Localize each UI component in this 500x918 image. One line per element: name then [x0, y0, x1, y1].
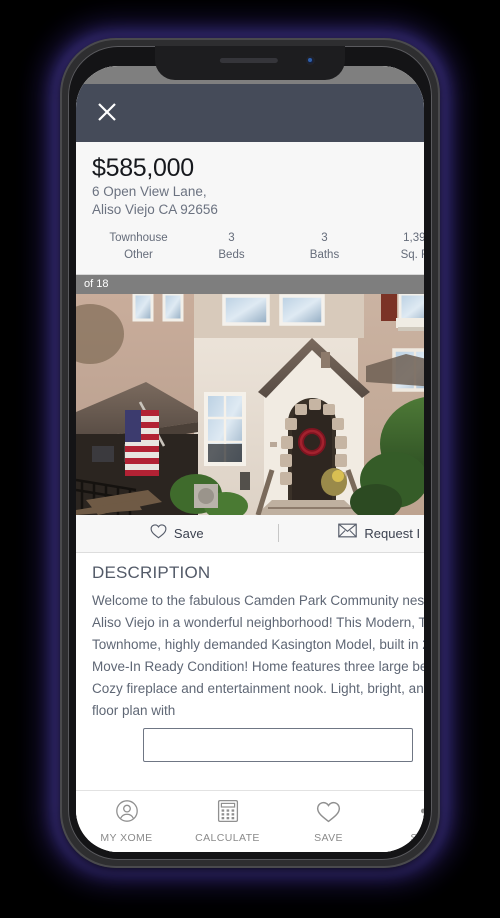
- description-section: DESCRIPTION 09/08 Welcome to the fabulou…: [76, 552, 424, 762]
- tab-label: SAVE: [314, 831, 343, 844]
- property-photo[interactable]: [76, 293, 424, 515]
- save-listing-button[interactable]: Save: [76, 523, 278, 544]
- stat-value: Townhouse: [109, 232, 168, 244]
- person-circle-icon: [115, 799, 139, 828]
- description-header: DESCRIPTION 09/08: [92, 563, 424, 583]
- stat-value: 1,390: [403, 232, 424, 244]
- share-icon: [418, 799, 424, 828]
- stat-value: 3: [228, 232, 235, 244]
- stat-beds: 3 Beds: [185, 230, 278, 265]
- stat-label: Beds: [218, 249, 245, 262]
- tab-label: MY XOME: [100, 832, 153, 844]
- save-label: Save: [173, 525, 204, 541]
- speaker-grille-icon: [219, 58, 278, 63]
- phone-device: $585,000 6 Open View Lane, Aliso Viejo C…: [60, 38, 440, 868]
- app-header: [76, 84, 424, 142]
- calculator-icon: [217, 799, 239, 828]
- read-more-button[interactable]: [143, 727, 413, 762]
- stat-square-feet: 1,390 Sq. Ft.: [371, 230, 424, 265]
- screenshot-stage: $585,000 6 Open View Lane, Aliso Viejo C…: [0, 0, 500, 918]
- listing-address-line-1: 6 Open View Lane,: [92, 183, 207, 199]
- stat-label: Other: [124, 249, 153, 262]
- tab-label: SHARE: [410, 832, 424, 844]
- stat-label: Sq. Ft.: [400, 249, 424, 262]
- listing-address-line-2: Aliso Viejo CA 92656: [92, 202, 218, 218]
- listing-stats-row: Townhouse Other 3 Beds 3 Baths 1,390: [92, 230, 424, 274]
- tab-my-xome[interactable]: MY XOME: [76, 791, 177, 852]
- stat-value: 3: [321, 232, 328, 244]
- envelope-icon: [338, 523, 358, 543]
- tab-save[interactable]: SAVE: [278, 791, 379, 852]
- front-camera-icon: [306, 56, 315, 65]
- phone-screen: $585,000 6 Open View Lane, Aliso Viejo C…: [76, 66, 424, 852]
- device-notch: [155, 46, 345, 80]
- bottom-tab-bar: MY XOME CALCULATE SAVE SH: [76, 790, 424, 852]
- tab-label: CALCULATE: [195, 832, 260, 844]
- close-icon[interactable]: [92, 97, 122, 127]
- tab-calculate[interactable]: CALCULATE: [177, 791, 278, 852]
- photo-gallery[interactable]: of 18: [76, 274, 424, 515]
- description-text: Welcome to the fabulous Camden Park Comm…: [92, 592, 424, 718]
- stat-baths: 3 Baths: [278, 230, 371, 265]
- photo-counter: of 18: [76, 274, 424, 294]
- stat-label: Baths: [309, 249, 340, 262]
- listing-info-card: $585,000 6 Open View Lane, Aliso Viejo C…: [76, 142, 424, 275]
- listing-action-bar: Save Request I: [76, 514, 425, 553]
- description-title: DESCRIPTION: [92, 562, 211, 582]
- stat-property-type: Townhouse Other: [92, 230, 185, 265]
- request-info-button[interactable]: Request I: [279, 523, 425, 543]
- app-viewport: $585,000 6 Open View Lane, Aliso Viejo C…: [76, 66, 424, 852]
- heart-icon: [150, 523, 167, 544]
- heart-icon: [316, 800, 341, 828]
- request-info-label: Request I: [364, 525, 421, 541]
- tab-share[interactable]: SHARE: [379, 791, 424, 852]
- listing-price: $585,000: [92, 154, 194, 182]
